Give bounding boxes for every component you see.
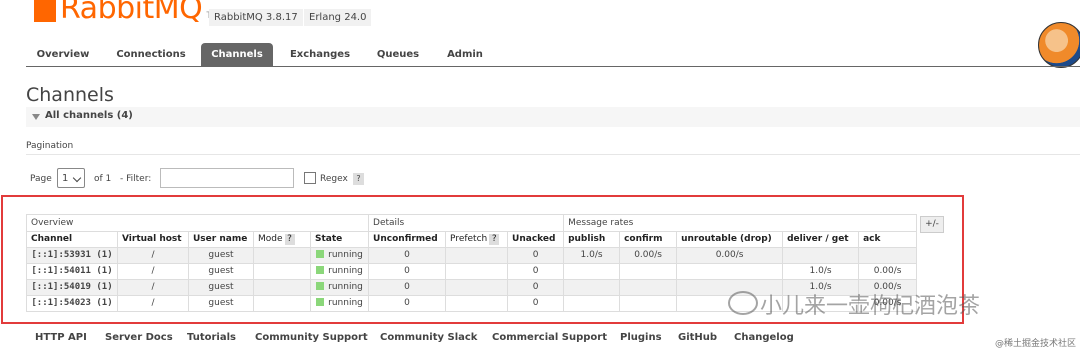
page-of-label: of 1 — [94, 174, 112, 184]
footer-link-github[interactable]: GitHub — [678, 332, 717, 343]
regex-label: Regex — [320, 174, 348, 184]
rabbitmq-logo[interactable]: RabbitMQ TM — [34, 0, 219, 24]
tab-exchanges[interactable]: Exchanges — [284, 43, 356, 66]
divider — [26, 154, 1080, 155]
collapse-triangle-icon — [32, 114, 40, 120]
version-badge: RabbitMQ 3.8.17 — [209, 9, 303, 26]
erlang-badge: Erlang 24.0 — [304, 9, 372, 26]
all-channels-toggle[interactable]: All channels (4) — [26, 107, 1080, 127]
page-select-value: 1 — [62, 173, 69, 184]
watermark-text: 小儿来一壶枸杞酒泡茶 — [760, 294, 981, 319]
wechat-watermark-icon — [728, 291, 758, 315]
footer-link-plugins[interactable]: Plugins — [620, 332, 662, 343]
tab-connections[interactable]: Connections — [112, 43, 190, 66]
footer-link-commercial-support[interactable]: Commercial Support — [492, 332, 607, 343]
tab-overview[interactable]: Overview — [28, 43, 98, 66]
footer-link-community-support[interactable]: Community Support — [255, 332, 368, 343]
footer-link-tutorials[interactable]: Tutorials — [187, 332, 236, 343]
pagination-heading: Pagination — [26, 141, 74, 151]
section-label: All channels (4) — [45, 110, 133, 121]
footer-link-server-docs[interactable]: Server Docs — [105, 332, 173, 343]
filter-input[interactable] — [160, 168, 294, 188]
chevron-down-icon — [72, 173, 82, 183]
main-nav-tabs: Overview Connections Channels Exchanges … — [26, 43, 1080, 67]
tab-admin[interactable]: Admin — [440, 43, 490, 66]
footer-link-changelog[interactable]: Changelog — [734, 332, 794, 343]
footer-link-http-api[interactable]: HTTP API — [35, 332, 87, 343]
logo-text: RabbitMQ — [60, 0, 203, 26]
tab-channels[interactable]: Channels — [201, 43, 273, 66]
regex-help-icon[interactable]: ? — [353, 173, 364, 185]
watermark-small: @稀土掘金技术社区 — [994, 339, 1076, 349]
regex-checkbox[interactable] — [304, 172, 316, 184]
page-select[interactable]: 1 — [57, 168, 85, 188]
filter-label: - Filter: — [120, 174, 152, 184]
page-label: Page — [30, 174, 52, 184]
footer-link-community-slack[interactable]: Community Slack — [380, 332, 477, 343]
tab-queues[interactable]: Queues — [370, 43, 426, 66]
rabbit-logo-icon — [34, 0, 56, 22]
page-title: Channels — [26, 84, 114, 106]
